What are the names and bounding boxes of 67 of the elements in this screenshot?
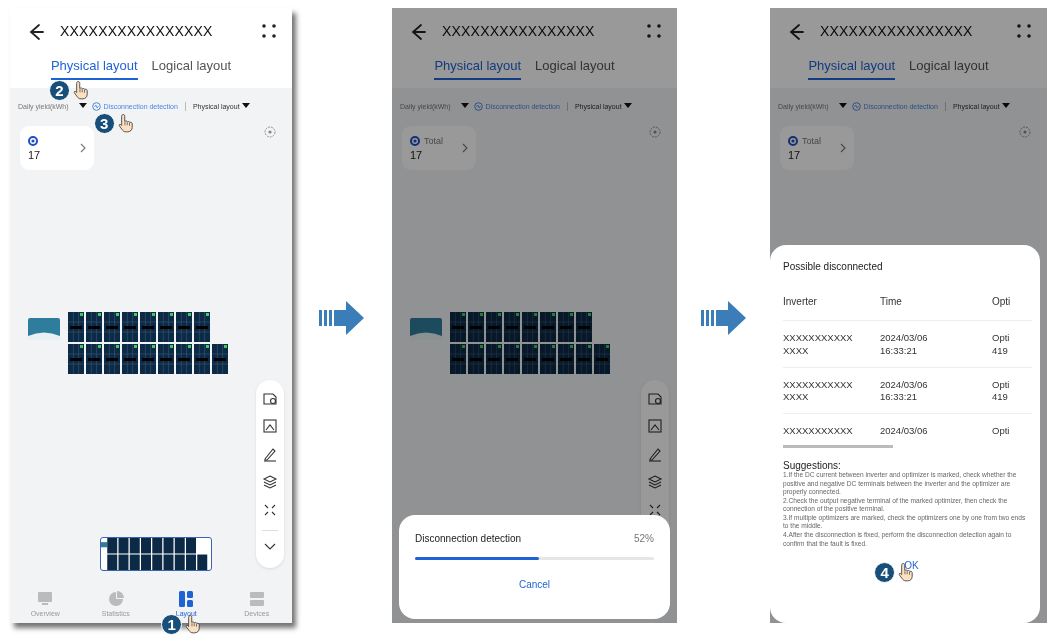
progress-percent: 52% [634,533,654,544]
total-devices-card[interactable]: Total 17 [402,126,476,170]
stacked-boxes-icon [247,589,266,608]
dropdown-caret-icon [1001,103,1010,109]
layout-tab[interactable]: Logical layout [535,54,615,78]
dropdown-caret-icon [241,103,250,109]
monitor-icon [36,589,55,608]
table-cell: Opti 419 [992,320,1032,367]
layout-tab[interactable]: Physical layout [50,54,138,80]
dropdown-caret-icon [460,103,469,109]
table-cell: 2024/03/06 16:33:21 [880,366,992,414]
column-header: Inverter [783,296,818,309]
table-cell: XXXXXXXXXXX XXXX [783,320,880,367]
page-title: XXXXXXXXXXXXXXXX [60,23,214,39]
table-cell: XXXXXXXXXXX XXXX [783,366,880,414]
collapse-icon[interactable] [262,502,278,518]
layers-icon[interactable] [262,474,278,490]
cancel-button[interactable]: Cancel [512,578,557,591]
layers-icon[interactable] [647,474,663,490]
scrollbar[interactable] [783,445,893,449]
pen-icon[interactable] [647,446,663,462]
layout-tab[interactable]: Physical layout [434,54,522,80]
column-header: Time [880,296,903,309]
column-header: Opti [992,296,1012,309]
layout-tab[interactable]: Logical layout [909,54,989,78]
total-devices-card[interactable]: Total 17 [780,126,854,170]
locate-icon[interactable] [1019,126,1031,138]
pointer-hand-icon [116,112,134,133]
dropdown-caret-icon [623,103,632,109]
pointer-hand-icon [71,80,89,100]
step-number-badge: 3 [93,112,115,134]
pulse-icon [91,101,101,111]
pulse-icon [851,101,861,111]
image-icon[interactable] [262,418,278,434]
chevron-right-icon [462,143,468,153]
status-icon [28,135,38,146]
inverter-icon [28,318,60,340]
pen-icon[interactable] [262,446,278,462]
status-icon [788,135,798,146]
right-arrow-icon [700,300,747,336]
dialog-title: Disconnection detection [415,533,522,544]
layout-blocks-icon [177,589,196,608]
dialog-title: Possible disconnected [783,261,884,272]
pie-chart-icon [106,589,125,608]
locate-icon[interactable] [264,126,276,138]
inverter-icon [410,318,442,340]
total-devices-card[interactable]: 17 [20,126,94,170]
table-cell: Opti 419 [992,366,1032,414]
page-title: XXXXXXXXXXXXXXXX [820,23,974,39]
pulse-icon [473,101,483,111]
dropdown-caret-icon [78,103,87,109]
table-cell: Opti [992,413,1032,448]
layout-tab[interactable]: Physical layout [808,54,896,80]
image-icon[interactable] [647,418,663,434]
table-cell: 2024/03/06 16:33:21 [880,320,992,367]
locate-icon[interactable] [649,126,661,138]
chevron-right-icon [840,143,846,153]
image-edit-icon[interactable] [262,390,278,406]
layout-tab[interactable]: Logical layout [151,54,232,78]
suggestions-heading: Suggestions: [783,460,841,472]
chevron-down-icon[interactable] [264,543,276,551]
right-arrow-icon [319,300,365,336]
status-icon [410,135,420,146]
dropdown-caret-icon [838,103,847,109]
page-title: XXXXXXXXXXXXXXXX [442,23,596,39]
image-edit-icon[interactable] [647,390,663,406]
chevron-right-icon [80,143,86,153]
